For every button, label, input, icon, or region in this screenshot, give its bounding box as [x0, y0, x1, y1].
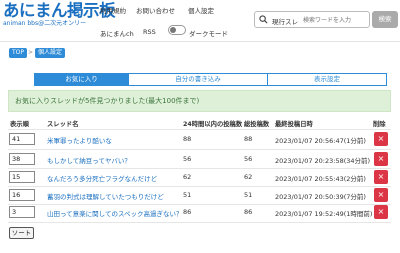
thread-title-link[interactable]: もしかして納豆ってヤバい？ [47, 155, 131, 165]
header-posts-24h: 24時間以内の投稿数 [183, 121, 243, 128]
table-row: 米軍罪ったより酷いな 88 88 2023/01/07 20:56:47(1分前… [0, 130, 400, 149]
header-order: 表示順 [10, 121, 29, 128]
sort-button[interactable]: ソート [9, 227, 34, 239]
delete-button[interactable]: × [374, 205, 388, 219]
settings-tabs: お気に入り 自分の書き込み 表示設定 [34, 73, 387, 86]
close-icon: × [377, 172, 385, 181]
last-post-date: 2023/01/07 20:56:47(1分前) [275, 137, 366, 145]
posts-24h: 88 [183, 135, 192, 143]
search-input[interactable] [303, 14, 367, 26]
header-thread-name: スレッド名 [47, 121, 79, 128]
logo-title: あにまん掲示板 [3, 1, 116, 20]
delete-button[interactable]: × [374, 188, 388, 202]
breadcrumb-separator: > [28, 49, 34, 56]
total-posts: 86 [244, 208, 253, 216]
nav-personal-settings-link[interactable]: 個人設定 [188, 5, 214, 15]
search-button[interactable]: 検索 [372, 11, 398, 28]
site-logo[interactable]: あにまん掲示板 animan bbs@二次元オンリー [3, 1, 116, 28]
search-box: 現行スレ [254, 11, 370, 28]
delete-button[interactable]: × [374, 152, 388, 166]
header-divider [0, 41, 400, 42]
table-row: 山田って意楽に関してのスペック高過ぎない？ 86 86 2023/01/07 1… [0, 203, 400, 222]
search-icon [259, 15, 268, 24]
total-posts: 56 [244, 155, 253, 163]
last-post-date: 2023/01/07 20:23:58(34分前) [275, 157, 371, 165]
table-row: なんだろう多分死亡フラグなんだけど 62 62 2023/01/07 20:55… [0, 168, 400, 187]
dark-mode-toggle[interactable] [168, 25, 186, 35]
thread-title-link[interactable]: 山田って意楽に関してのスペック高過ぎない？ [47, 208, 183, 218]
logo-subtitle: animan bbs@二次元オンリー [3, 20, 87, 27]
thread-title-link[interactable]: 蓄羽の判式は理解していたつもりだけど [47, 191, 164, 201]
delete-button[interactable]: × [374, 170, 388, 184]
table-row: もしかして納豆ってヤバい？ 56 56 2023/01/07 20:23:58(… [0, 150, 400, 169]
last-post-date: 2023/01/07 20:50:39(7分前) [275, 193, 366, 201]
order-input[interactable] [9, 206, 35, 218]
tab-my-posts[interactable]: 自分の書き込み [129, 73, 268, 86]
favorites-count-alert: お気に入りスレッドが5件見つかりました(最大100件まで) [8, 90, 391, 112]
search-scope-select[interactable]: 現行スレ [272, 16, 298, 26]
row-divider [8, 222, 391, 223]
dark-mode-label: ダークモード [189, 30, 228, 38]
header-delete: 削除 [373, 121, 386, 128]
close-icon: × [377, 154, 385, 163]
posts-24h: 51 [183, 191, 192, 199]
delete-button[interactable]: × [374, 132, 388, 146]
nav-animanch-link[interactable]: あにまんch [100, 28, 134, 38]
order-input[interactable] [9, 133, 35, 145]
close-icon: × [377, 134, 385, 143]
thread-title-link[interactable]: 米軍罪ったより酷いな [47, 135, 112, 145]
order-input[interactable] [9, 189, 35, 201]
breadcrumb-top[interactable]: TOP [9, 48, 28, 58]
total-posts: 88 [244, 135, 253, 143]
close-icon: × [377, 190, 385, 199]
breadcrumb-current: 個人設定 [35, 48, 66, 58]
tab-favorites[interactable]: お気に入り [34, 73, 129, 86]
close-icon: × [377, 207, 385, 216]
order-input[interactable] [9, 153, 35, 165]
header-total-posts: 総投稿数 [244, 121, 270, 128]
tab-display-settings[interactable]: 表示設定 [268, 73, 387, 86]
posts-24h: 86 [183, 208, 192, 216]
order-input[interactable] [9, 171, 35, 183]
posts-24h: 56 [183, 155, 192, 163]
nav-terms-link[interactable]: 利用規約 [100, 5, 126, 15]
header-last-post: 最終投稿日時 [275, 121, 313, 128]
total-posts: 62 [244, 173, 253, 181]
last-post-date: 2023/01/07 19:52:49(1時間前) [275, 210, 373, 218]
last-post-date: 2023/01/07 20:55:43(2分前) [275, 175, 366, 183]
toggle-knob [170, 27, 176, 33]
nav-contact-link[interactable]: お問い合わせ [136, 5, 175, 15]
nav-rss-link[interactable]: RSS [143, 28, 156, 36]
posts-24h: 62 [183, 173, 192, 181]
thread-title-link[interactable]: なんだろう多分死亡フラグなんだけど [47, 173, 157, 183]
total-posts: 51 [244, 191, 253, 199]
